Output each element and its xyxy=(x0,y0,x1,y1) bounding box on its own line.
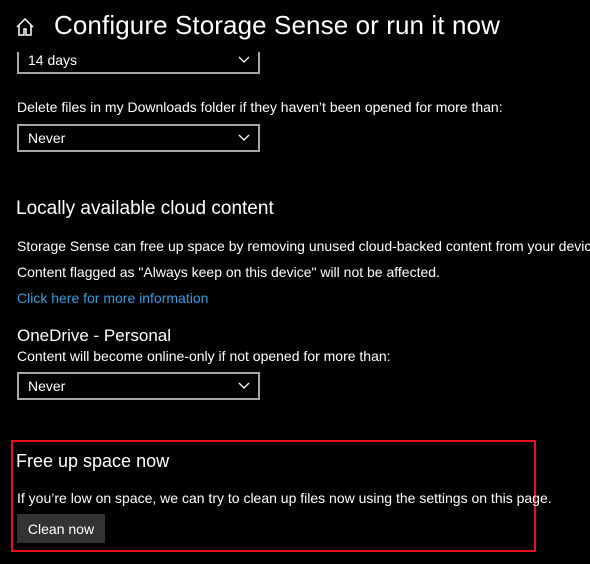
chevron-down-icon xyxy=(238,134,250,141)
page-title: Configure Storage Sense or run it now xyxy=(54,10,500,40)
home-icon[interactable] xyxy=(14,16,36,38)
onedrive-heading: OneDrive - Personal xyxy=(17,326,172,345)
free-up-description: If you’re low on space, we can try to cl… xyxy=(17,490,552,506)
onedrive-dropdown-value: Never xyxy=(28,378,66,394)
downloads-dropdown-value: Never xyxy=(28,130,66,146)
clean-now-button[interactable]: Clean now xyxy=(17,514,105,543)
onedrive-label: Content will become online-only if not o… xyxy=(17,348,391,364)
chevron-down-icon xyxy=(238,56,250,63)
cloud-description-2: Content flagged as "Always keep on this … xyxy=(17,264,440,280)
free-up-heading: Free up space now xyxy=(16,451,170,471)
downloads-label: Delete files in my Downloads folder if t… xyxy=(17,99,503,115)
downloads-dropdown[interactable]: Never xyxy=(17,124,260,152)
cloud-content-heading: Locally available cloud content xyxy=(16,198,274,219)
onedrive-dropdown[interactable]: Never xyxy=(17,372,260,400)
chevron-down-icon xyxy=(238,382,250,389)
cloud-description-1: Storage Sense can free up space by remov… xyxy=(17,238,590,254)
more-info-link[interactable]: Click here for more information xyxy=(17,290,208,306)
recycle-bin-dropdown-value: 14 days xyxy=(28,52,78,68)
header-bar: Configure Storage Sense or run it now xyxy=(0,0,590,52)
